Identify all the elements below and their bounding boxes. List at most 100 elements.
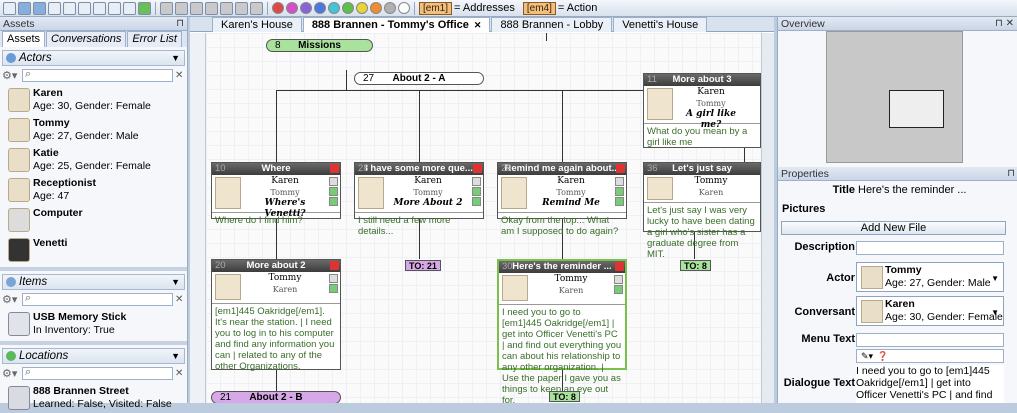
overview-map[interactable] xyxy=(826,31,963,163)
print-icon[interactable] xyxy=(123,1,136,15)
add-new-file-button[interactable]: Add New File xyxy=(781,221,1006,235)
list-item[interactable]: USB Memory Stick In Inventory: True xyxy=(0,309,187,339)
em1-tag[interactable]: [em1] xyxy=(419,1,453,15)
chevron-down-icon[interactable]: ▼ xyxy=(171,275,180,289)
node-button[interactable] xyxy=(472,187,481,196)
copy-icon[interactable] xyxy=(93,1,106,15)
list-item[interactable]: Tommy Age: 27, Gender: Male xyxy=(0,115,187,145)
dialogue-text-field[interactable]: I need you to go to [em1]445 Oakridge[/e… xyxy=(856,365,1004,403)
locations-section-header[interactable]: Locations ▼ xyxy=(2,348,185,364)
yellow-color-icon[interactable] xyxy=(356,2,368,14)
items-search-input[interactable]: ⌕ xyxy=(22,292,173,306)
node-button[interactable] xyxy=(472,197,481,206)
actor-select[interactable]: Tommy Age: 27, Gender: Male ▼ xyxy=(856,262,1004,292)
zoom-out-icon[interactable] xyxy=(175,1,188,15)
gear-icon[interactable]: ⚙▾ xyxy=(2,367,20,380)
close-icon[interactable]: ✕ xyxy=(474,20,482,30)
list-item[interactable]: 888 Brannen Street Learned: False, Visite… xyxy=(0,383,187,413)
vertical-scrollbar[interactable] xyxy=(761,33,774,403)
tab-assets[interactable]: Assets xyxy=(2,31,46,47)
clear-icon[interactable]: ✕ xyxy=(175,70,185,81)
save-icon[interactable] xyxy=(18,1,31,15)
dialogue-node-20[interactable]: 20 More about 2 Tommy Karen [em1]445 Oakri… xyxy=(211,259,341,372)
gear-icon[interactable]: ⚙▾ xyxy=(2,293,20,306)
expand-icon[interactable] xyxy=(235,1,248,15)
tab-tommys-office[interactable]: 888 Brannen - Tommy's Office ✕ xyxy=(302,17,491,32)
link-to-8[interactable]: TO: 8 xyxy=(549,391,580,402)
node-about-2-a[interactable]: 27 About 2 - A xyxy=(354,72,484,85)
node-button[interactable] xyxy=(329,177,338,186)
locations-search-input[interactable]: ⌕ xyxy=(22,366,173,380)
node-button[interactable] xyxy=(615,187,624,196)
section-divider[interactable] xyxy=(0,341,187,345)
delete-icon[interactable] xyxy=(330,164,339,173)
dialogue-node-11[interactable]: 11 More about 3 Karen Tommy A girl like me?… xyxy=(643,73,761,148)
save-all-icon[interactable] xyxy=(33,1,46,15)
pin-icon[interactable]: ⊓ ✕ xyxy=(995,17,1014,31)
node-button[interactable] xyxy=(472,177,481,186)
chevron-down-icon[interactable]: ▼ xyxy=(171,349,180,363)
dialogue-node-28[interactable]: 28 I have some more que... Karen Tommy More… xyxy=(354,162,484,237)
link-to-21[interactable]: TO: 21 xyxy=(405,260,441,271)
actors-section-header[interactable]: Actors ▼ xyxy=(2,50,185,66)
node-button[interactable] xyxy=(615,197,624,206)
list-item[interactable]: Receptionist Age: 47 xyxy=(0,175,187,205)
tab-lobby[interactable]: 888 Brannen - Lobby xyxy=(491,17,613,32)
node-missions[interactable]: 8 Missions xyxy=(266,39,373,52)
dialogue-node-10[interactable]: 10 Where Karen Tommy Where's Venetti? Where… xyxy=(211,162,341,226)
node-button[interactable] xyxy=(329,274,338,283)
delete-icon[interactable] xyxy=(616,164,625,173)
overview-viewport[interactable] xyxy=(889,90,944,128)
node-button[interactable] xyxy=(329,187,338,196)
chevron-down-icon[interactable]: ▼ xyxy=(991,272,999,285)
orange-color-icon[interactable] xyxy=(370,2,382,14)
dialogue-node-29[interactable]: 29 Remind me again about... Karen Tommy Rem… xyxy=(497,162,627,237)
help-icon[interactable]: ❓ xyxy=(873,351,888,361)
section-divider[interactable] xyxy=(0,267,187,271)
node-about-2-b[interactable]: 21 About 2 - B xyxy=(211,391,341,403)
new-icon[interactable] xyxy=(3,1,16,15)
redo-icon[interactable] xyxy=(63,1,76,15)
conversant-select[interactable]: Karen Age: 30, Gender: Female ▼ xyxy=(856,296,1004,326)
chevron-down-icon[interactable]: ▼ xyxy=(171,51,180,65)
paste-icon[interactable] xyxy=(108,1,121,15)
white-color-icon[interactable] xyxy=(398,2,410,14)
play-icon[interactable] xyxy=(138,1,151,15)
node-button[interactable] xyxy=(614,275,623,284)
list-item[interactable]: Karen Age: 30, Gender: Female xyxy=(0,85,187,115)
chevron-down-icon[interactable]: ▼ xyxy=(991,306,999,319)
tab-error-list[interactable]: Error List xyxy=(127,31,182,47)
list-item[interactable]: Computer xyxy=(0,205,187,235)
node-button[interactable] xyxy=(615,177,624,186)
list-item[interactable]: Katie Age: 25, Gender: Female xyxy=(0,145,187,175)
pin-icon[interactable]: ⊓ xyxy=(176,17,184,31)
cut-icon[interactable] xyxy=(78,1,91,15)
pin-icon[interactable]: ⊓ xyxy=(1007,167,1015,181)
list-item[interactable]: Venetti xyxy=(0,235,187,265)
clear-icon[interactable]: ✕ xyxy=(175,368,185,379)
node-button[interactable] xyxy=(329,197,338,206)
blue-color-icon[interactable] xyxy=(314,2,326,14)
undo-icon[interactable] xyxy=(48,1,61,15)
tab-karens-house[interactable]: Karen's House xyxy=(212,17,302,32)
green-color-icon[interactable] xyxy=(342,2,354,14)
zoom-in-icon[interactable] xyxy=(160,1,173,15)
clear-icon[interactable]: ✕ xyxy=(175,294,185,305)
gear-icon[interactable]: ⚙▾ xyxy=(2,69,20,82)
node-button[interactable] xyxy=(329,284,338,293)
magenta-color-icon[interactable] xyxy=(286,2,298,14)
title-field[interactable]: Here's the reminder ... xyxy=(858,184,966,196)
zoom-fit-icon[interactable] xyxy=(190,1,203,15)
cyan-color-icon[interactable] xyxy=(328,2,340,14)
actors-search-input[interactable]: ⌕ xyxy=(22,68,173,82)
delete-icon[interactable] xyxy=(330,261,339,270)
dialogue-node-36[interactable]: 36 Let's just say Tommy Karen Let's just s… xyxy=(643,162,761,260)
link-to-8[interactable]: TO: 8 xyxy=(680,260,711,271)
em4-tag[interactable]: [em4] xyxy=(522,1,556,15)
layout-icon[interactable] xyxy=(220,1,233,15)
tab-venettis-house[interactable]: Venetti's House xyxy=(613,17,708,32)
dialogue-node-30[interactable]: 30 Here's the reminder ... Tommy Karen I n… xyxy=(497,259,627,403)
format-icon[interactable]: ✎▾ xyxy=(857,351,873,361)
red-color-icon[interactable] xyxy=(272,2,284,14)
tab-conversations[interactable]: Conversations xyxy=(46,31,127,47)
